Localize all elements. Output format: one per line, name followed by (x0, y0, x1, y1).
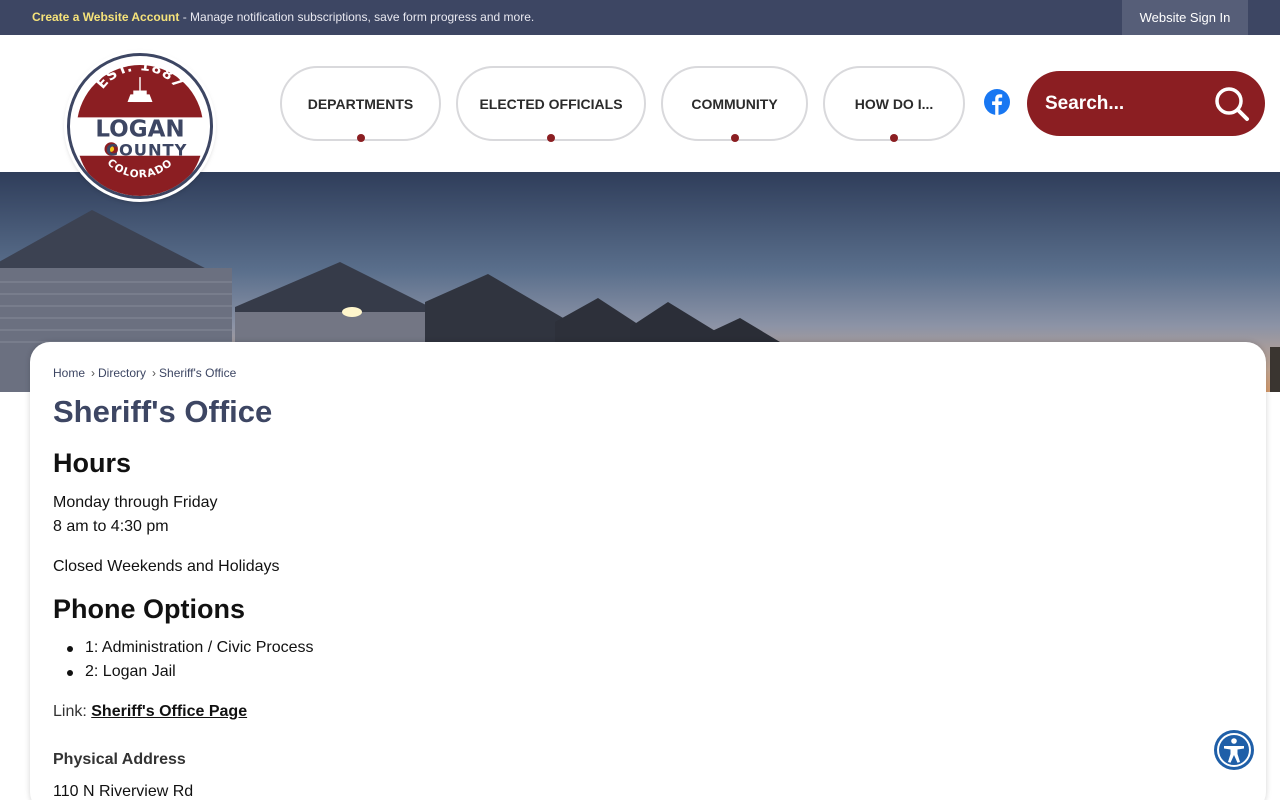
top-utility-bar: Create a Website Account - Manage notifi… (0, 0, 1280, 35)
hours-closed: Closed Weekends and Holidays (53, 558, 280, 575)
logo-line2: COUNTY (106, 141, 187, 160)
hours-time: 8 am to 4:30 pm (53, 518, 169, 535)
breadcrumb-current[interactable]: Sheriff's Office (159, 366, 236, 380)
nav-dot (730, 134, 739, 142)
breadcrumb-home[interactable]: Home (53, 366, 85, 380)
breadcrumb-separator: › (91, 366, 96, 380)
sheriffs-office-page-link[interactable]: Sheriff's Office Page (91, 703, 247, 720)
nav-dot (356, 134, 365, 142)
logo-line1: LOGAN (95, 117, 184, 143)
logo-seal: EST. 1887 LOGAN COUNTY COLORADO (72, 58, 208, 196)
promo-text: - Manage notification subscriptions, sav… (179, 10, 535, 24)
accessibility-icon[interactable] (1213, 729, 1255, 771)
breadcrumb: Home › Directory › Sheriff's Office (53, 366, 236, 380)
page-title: Sheriff's Office (53, 394, 273, 429)
nav-how-do-i[interactable]: HOW DO I... (823, 66, 965, 142)
create-account-link[interactable]: Create a Website Account (32, 10, 179, 24)
website-sign-in-button[interactable]: Website Sign In (1122, 0, 1248, 35)
link-label: Link: (53, 703, 87, 720)
address-line: 110 N Riverview Rd (53, 783, 194, 800)
nav-label: HOW DO I... (854, 95, 934, 112)
logan-county-logo[interactable]: EST. 1887 LOGAN COUNTY COLORADO (67, 53, 213, 199)
facebook-icon[interactable] (984, 89, 1010, 115)
search-icon[interactable] (1213, 85, 1251, 123)
nav-label: COMMUNITY (691, 95, 778, 112)
nav-elected-officials[interactable]: ELECTED OFFICIALS (456, 66, 646, 142)
search-box (1027, 71, 1265, 136)
nav-dot (890, 134, 898, 142)
content-card: Home › Directory › Sheriff's Office Sheriff'… (30, 342, 1266, 800)
nav-community[interactable]: COMMUNITY (661, 66, 808, 142)
nav-label: ELECTED OFFICIALS (479, 95, 623, 112)
hours-heading: Hours (53, 448, 132, 478)
phone-options-heading: Phone Options (53, 594, 245, 624)
nav-dot (547, 134, 555, 142)
breadcrumb-separator: › (152, 366, 157, 380)
nav-departments[interactable]: DEPARTMENTS (280, 66, 441, 142)
breadcrumb-directory[interactable]: Directory (98, 366, 146, 380)
link-row: Link: Sheriff's Office Page (53, 703, 247, 721)
physical-address-heading: Physical Address (53, 751, 186, 768)
hours-days: Monday through Friday (53, 494, 218, 511)
account-promo: Create a Website Account - Manage notifi… (32, 10, 534, 24)
nav-label: DEPARTMENTS (307, 95, 414, 112)
phone-option-item: 1: Administration / Civic Process (67, 639, 314, 656)
phone-option-item: 2: Logan Jail (67, 663, 176, 680)
site-header: EST. 1887 LOGAN COUNTY COLORADO DEPARTME… (0, 35, 1280, 199)
search-input[interactable] (1045, 87, 1205, 121)
